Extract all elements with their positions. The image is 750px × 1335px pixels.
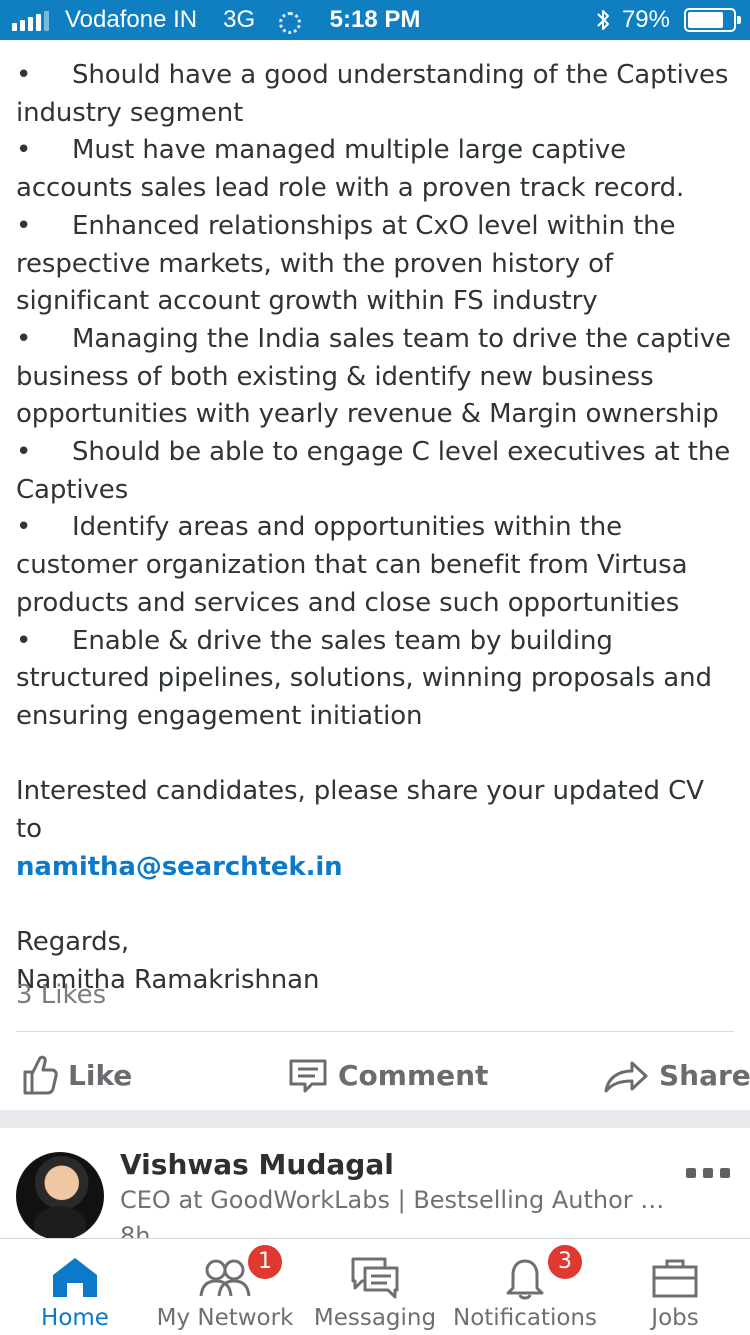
author-avatar[interactable] [16, 1152, 104, 1238]
bullet-icon: • [16, 135, 32, 166]
share-button[interactable]: Share [603, 1052, 750, 1098]
post-bullet-line: • Enhanced relationships at CxO level wit… [16, 208, 734, 321]
comment-icon [289, 1059, 327, 1093]
battery-percent: 79% [621, 6, 670, 33]
tab-notifications-label: Notifications [453, 1305, 597, 1331]
bullet-text: Should have a good understanding of the … [16, 60, 729, 128]
regards-text: Regards, [16, 927, 130, 958]
bullet-icon: • [16, 625, 32, 656]
post-divider [16, 1031, 734, 1032]
next-feed-post[interactable]: Vishwas Mudagal CEO at GoodWorkLabs | Be… [0, 1128, 750, 1238]
author-name[interactable]: Vishwas Mudagal [120, 1148, 394, 1181]
comment-label: Comment [338, 1058, 489, 1092]
post-body: • Should have a good understanding of the… [16, 57, 734, 1000]
network-notification-badge: 1 [246, 1243, 284, 1281]
likes-count[interactable]: 3 Likes [16, 980, 106, 1010]
author-headline: CEO at GoodWorkLabs | Bestselling Author… [120, 1186, 665, 1214]
post-time: 8h [120, 1222, 151, 1238]
bullet-icon: • [16, 210, 32, 241]
briefcase-icon [652, 1259, 698, 1298]
bullet-text: Managing the India sales team to drive t… [16, 323, 731, 430]
like-label: Like [68, 1058, 133, 1092]
post-bullet-line: • Must have managed multiple large captiv… [16, 132, 734, 207]
bullet-icon: • [16, 323, 32, 354]
post-bullet-line: • Identify areas and opportunities within… [16, 509, 734, 622]
share-label: Share [659, 1058, 750, 1092]
bullet-text: Identify areas and opportunities within … [16, 512, 688, 618]
tab-messaging[interactable]: Messaging [300, 1239, 450, 1335]
tab-jobs-label: Jobs [651, 1305, 699, 1331]
like-button[interactable]: Like [18, 1052, 132, 1098]
status-right: 79% [594, 0, 741, 40]
bullet-text: Must have managed multiple large captive… [16, 135, 685, 204]
post-bullet-line: • Managing the India sales team to drive … [16, 321, 734, 434]
bullet-text: Enhanced relationships at CxO level with… [16, 210, 676, 317]
post-bullet-line: • Should have a good understanding of the… [16, 57, 734, 132]
messaging-icon [351, 1257, 399, 1299]
tab-my-network-label: My Network [156, 1305, 294, 1331]
tab-home[interactable]: Home [0, 1239, 150, 1335]
bottom-tab-bar: Home 1 My Network Messaging 3 Notificati… [0, 1238, 750, 1334]
signature-name: Namitha Ramakrishnan [16, 964, 320, 995]
comment-button[interactable]: Comment [288, 1052, 488, 1098]
notifications-badge: 3 [546, 1243, 584, 1281]
bullet-icon: • [16, 60, 32, 90]
battery-icon [684, 8, 741, 32]
tab-home-label: Home [41, 1305, 109, 1331]
post-bullet-line: • Enable & drive the sales team by buildi… [16, 623, 734, 736]
more-options-icon[interactable] [686, 1168, 730, 1180]
bullet-icon: • [16, 437, 32, 468]
home-icon [53, 1258, 97, 1297]
bluetooth-icon [597, 10, 609, 30]
bullet-text: Enable & drive the sales team by buildin… [16, 625, 712, 731]
post-bullet-line: • Should be able to engage C level execut… [16, 434, 734, 509]
battery-fill [688, 12, 723, 28]
post-action-bar: Like Comment Share [0, 1040, 750, 1110]
bullet-text: Should be able to engage C level executi… [16, 437, 731, 505]
email-link[interactable]: namitha@searchtek.in [16, 849, 734, 887]
bullet-icon: • [16, 512, 32, 543]
tab-jobs[interactable]: Jobs [600, 1239, 750, 1335]
tab-messaging-label: Messaging [313, 1305, 437, 1331]
tab-my-network[interactable]: 1 My Network [150, 1239, 300, 1335]
cta-text: Interested candidates, please share your… [16, 776, 704, 845]
status-bar: Vodafone IN 3G 5:18 PM 79% [0, 0, 750, 40]
feed-separator [0, 1110, 750, 1128]
share-arrow-icon [604, 1061, 648, 1093]
tab-notifications[interactable]: 3 Notifications [450, 1239, 600, 1335]
like-thumb-icon [23, 1055, 58, 1095]
